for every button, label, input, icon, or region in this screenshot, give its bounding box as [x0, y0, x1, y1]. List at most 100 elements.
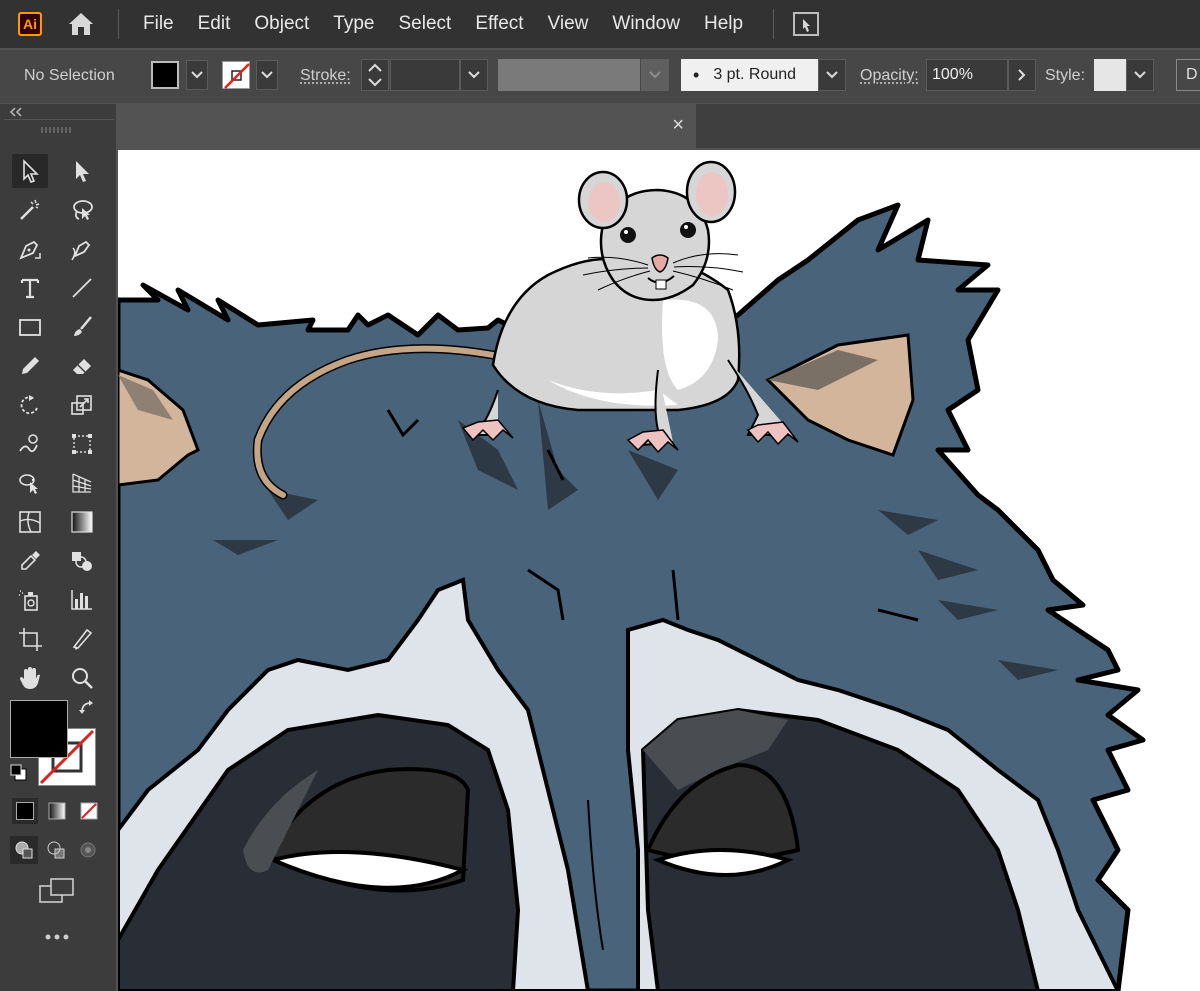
- symbol-sprayer-tool[interactable]: [12, 583, 48, 617]
- opacity-label[interactable]: Opacity:: [860, 67, 919, 85]
- line-segment-tool[interactable]: [64, 271, 100, 305]
- graphic-style-dropdown[interactable]: [1126, 59, 1154, 91]
- selection-tool[interactable]: [12, 154, 48, 188]
- selection-status: No Selection: [24, 67, 115, 84]
- draw-behind-icon: [47, 841, 65, 859]
- draw-normal-icon: [15, 841, 33, 859]
- default-fill-stroke-icon[interactable]: [10, 764, 28, 782]
- menu-help[interactable]: Help: [692, 13, 755, 35]
- column-graph-tool[interactable]: [64, 583, 100, 617]
- color-mode-button[interactable]: [12, 798, 38, 824]
- curvature-tool[interactable]: [64, 232, 100, 266]
- shape-builder-icon: [19, 474, 38, 494]
- brush-definition[interactable]: • 3 pt. Round: [681, 59, 818, 91]
- style-label: Style:: [1045, 67, 1086, 84]
- double-chevron-left-icon[interactable]: [8, 107, 24, 117]
- pencil-icon: [22, 357, 39, 374]
- menu-window[interactable]: Window: [600, 13, 692, 35]
- more-tools-icon[interactable]: [44, 932, 72, 942]
- menu-edit[interactable]: Edit: [186, 13, 243, 35]
- perspective-grid-tool[interactable]: [64, 466, 100, 500]
- panel-grip-icon[interactable]: [40, 126, 72, 134]
- slice-knife-icon: [72, 628, 93, 650]
- panel-header-divider: [4, 119, 114, 120]
- menu-select[interactable]: Select: [387, 13, 464, 35]
- free-transform-icon: [72, 434, 92, 454]
- draw-normal-button[interactable]: [10, 836, 38, 864]
- tools-panel: [0, 104, 116, 991]
- none-mode-button[interactable]: [76, 798, 102, 824]
- brush-dropdown[interactable]: [818, 59, 846, 91]
- stroke-label[interactable]: Stroke:: [300, 67, 351, 85]
- menu-effect[interactable]: Effect: [463, 13, 535, 35]
- graphic-style-swatch[interactable]: [1094, 59, 1126, 91]
- rotate-tool[interactable]: [12, 388, 48, 422]
- no-stroke-icon: [224, 63, 250, 89]
- home-icon[interactable]: [66, 9, 96, 39]
- brush-dot-icon: •: [693, 64, 700, 85]
- eraser-icon: [73, 359, 91, 374]
- gradient-swatch-icon: [48, 802, 66, 820]
- opacity-expand-button[interactable]: [1008, 59, 1036, 91]
- menu-file[interactable]: File: [131, 13, 186, 35]
- document-setup-button[interactable]: D: [1176, 59, 1200, 91]
- draw-behind-button[interactable]: [42, 836, 70, 864]
- opacity-input[interactable]: 100%: [926, 59, 1008, 91]
- mesh-tool[interactable]: [12, 505, 48, 539]
- scale-tool[interactable]: [64, 388, 100, 422]
- swap-fill-stroke-icon[interactable]: [78, 698, 98, 718]
- stroke-weight-input[interactable]: [390, 59, 460, 91]
- chevron-down-icon: [649, 71, 661, 79]
- document-tab[interactable]: ×: [118, 104, 696, 148]
- menu-view[interactable]: View: [536, 13, 601, 35]
- magic-wand-icon: [20, 199, 40, 220]
- shape-builder-tool[interactable]: [12, 466, 48, 500]
- chevron-down-icon: [191, 71, 203, 79]
- opacity-value: 100%: [932, 66, 973, 83]
- zoom-tool[interactable]: [64, 661, 100, 695]
- mouse-right-eye: [680, 222, 696, 238]
- artboard-tool[interactable]: [12, 622, 48, 656]
- artboard-canvas[interactable]: [118, 150, 1200, 991]
- variable-width-profile[interactable]: [498, 59, 640, 91]
- paintbrush-tool[interactable]: [64, 310, 100, 344]
- draw-inside-button[interactable]: [74, 836, 102, 864]
- fill-color-large[interactable]: [10, 700, 68, 758]
- perspective-grid-icon: [72, 473, 92, 493]
- chevron-down-icon: [1134, 71, 1146, 79]
- menu-divider: [773, 9, 775, 39]
- eyedropper-tool[interactable]: [12, 544, 48, 578]
- screen-mode-icon[interactable]: [38, 877, 76, 905]
- gradient-tool[interactable]: [64, 505, 100, 539]
- type-tool[interactable]: [12, 271, 48, 305]
- line-segment-icon: [72, 278, 92, 298]
- pencil-tool[interactable]: [12, 349, 48, 383]
- stroke-color-dropdown[interactable]: [256, 60, 278, 90]
- fill-swatch[interactable]: [151, 61, 179, 89]
- pen-tool[interactable]: [12, 232, 48, 266]
- menu-object[interactable]: Object: [242, 13, 321, 35]
- slice-tool[interactable]: [64, 622, 100, 656]
- gradient-mode-button[interactable]: [44, 798, 70, 824]
- warp-tool[interactable]: [12, 427, 48, 461]
- lasso-tool[interactable]: [64, 193, 100, 227]
- rotate-icon: [20, 395, 38, 415]
- solid-color-icon: [16, 802, 34, 820]
- stroke-weight-dropdown[interactable]: [460, 59, 488, 91]
- width-profile-dropdown[interactable]: [641, 59, 669, 91]
- menu-type[interactable]: Type: [321, 13, 386, 35]
- lasso-icon: [73, 200, 93, 220]
- direct-selection-tool[interactable]: [64, 154, 100, 188]
- fill-dropdown[interactable]: [186, 60, 208, 90]
- free-transform-tool[interactable]: [64, 427, 100, 461]
- blend-tool[interactable]: [64, 544, 100, 578]
- stroke-swatch[interactable]: [222, 61, 250, 89]
- stroke-weight-stepper[interactable]: [361, 59, 389, 91]
- rectangle-tool[interactable]: [12, 310, 48, 344]
- hand-tool[interactable]: [12, 661, 48, 695]
- magic-wand-tool[interactable]: [12, 193, 48, 227]
- arrange-documents-icon[interactable]: [792, 11, 820, 37]
- close-icon[interactable]: ×: [672, 114, 684, 137]
- mesh-icon: [19, 511, 41, 533]
- eraser-tool[interactable]: [64, 349, 100, 383]
